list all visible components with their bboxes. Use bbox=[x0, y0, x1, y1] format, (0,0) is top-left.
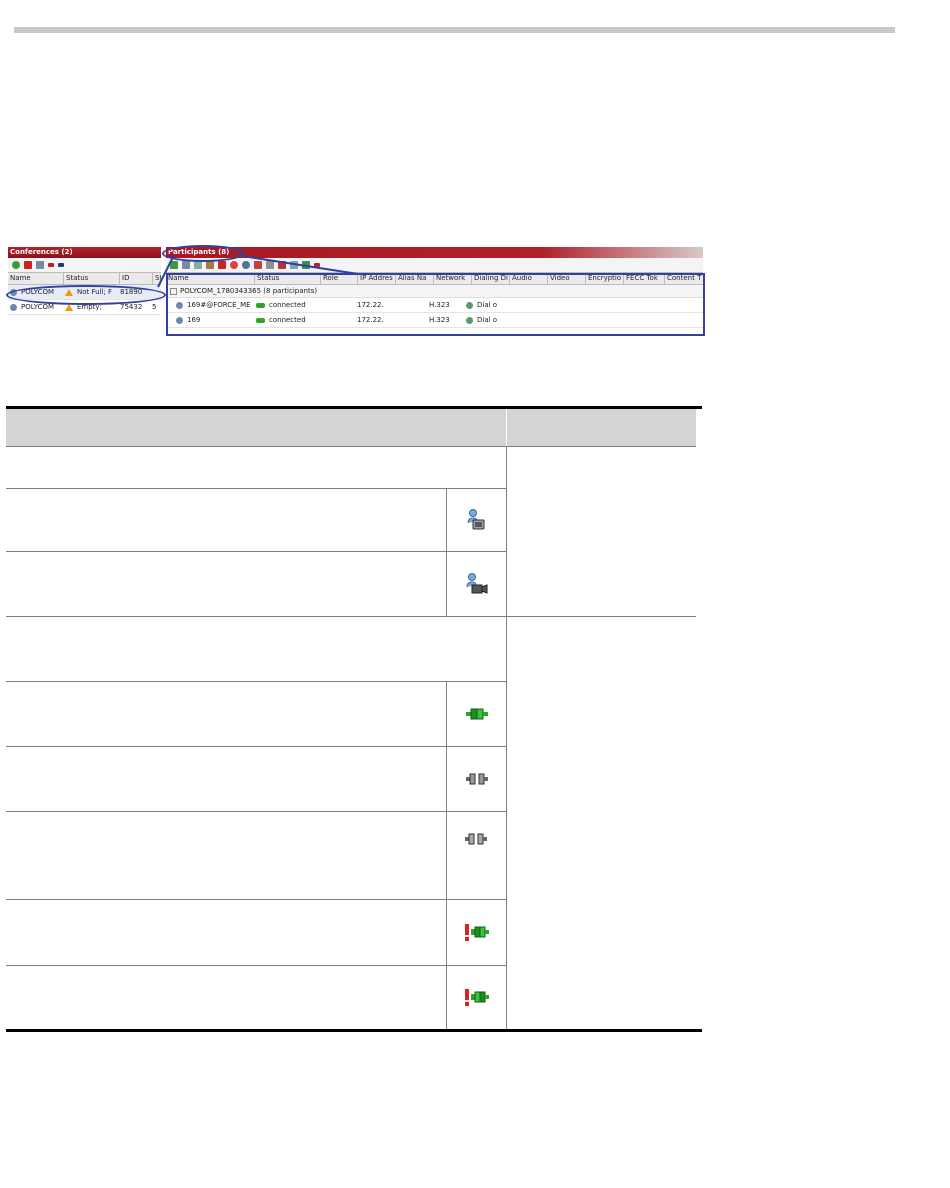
participant-video-alt-icon bbox=[466, 573, 487, 594]
icon-reference-table bbox=[6, 406, 702, 1032]
participant-video-icon bbox=[467, 509, 484, 530]
disconnected-alt-icon bbox=[465, 833, 487, 845]
rmx-manager-screenshot: Conferences (2) Name Status ID St POLYCO… bbox=[6, 245, 705, 336]
table-row bbox=[447, 682, 506, 746]
connected-alert-icon bbox=[464, 923, 489, 941]
table-row bbox=[447, 900, 506, 965]
callout-connector-lines bbox=[157, 254, 359, 288]
disconnected-icon bbox=[465, 773, 488, 785]
table-row bbox=[447, 812, 506, 899]
table-row bbox=[447, 747, 506, 811]
table-row bbox=[447, 489, 506, 551]
table-header-row bbox=[6, 409, 696, 446]
connected-alert-alt-icon bbox=[464, 988, 489, 1006]
top-rule bbox=[14, 27, 895, 33]
table-row bbox=[447, 552, 506, 616]
connected-icon bbox=[465, 708, 488, 720]
table-row bbox=[447, 966, 506, 1029]
